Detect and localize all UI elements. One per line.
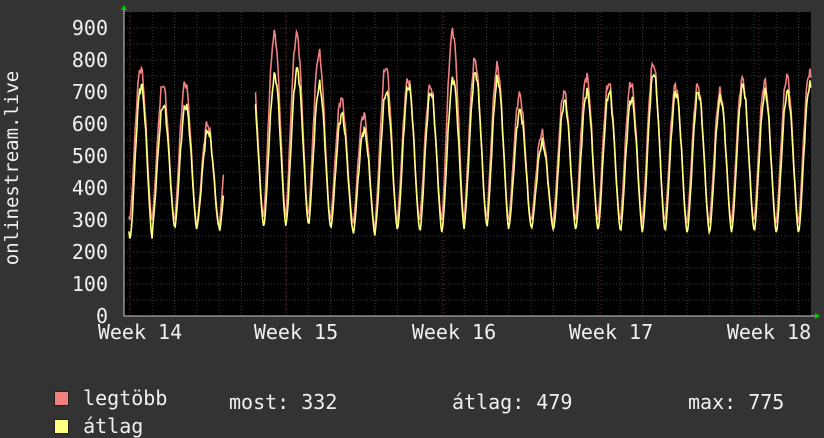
x-ticks: Week 14 Week 15 Week 16 Week 17 Week 18 [98, 320, 811, 344]
y-tick-label: 100 [72, 272, 108, 296]
y-ticks: 0100200300400500600700800900 [72, 16, 108, 328]
x-tick-label: Week 16 [412, 320, 496, 344]
stat-now: most: 332 [229, 390, 338, 414]
y-axis-label: onlinestream.live [1, 71, 23, 265]
chart: 0100200300400500600700800900 Week 14 Week… [1, 5, 820, 344]
x-tick-label: Week 18 [727, 320, 811, 344]
stat-max: max: 775 [688, 390, 785, 414]
y-tick-label: 800 [72, 48, 108, 72]
stat-avg: átlag: 479 [452, 390, 573, 414]
legend-avg-label: átlag [83, 414, 144, 438]
y-tick-label: 700 [72, 80, 108, 104]
y-tick-label: 400 [72, 176, 108, 200]
x-tick-label: Week 15 [254, 320, 338, 344]
y-tick-label: 200 [72, 240, 108, 264]
x-tick-label: Week 14 [98, 320, 182, 344]
x-axis-arrow [815, 313, 820, 319]
y-tick-label: 500 [72, 144, 108, 168]
y-tick-label: 300 [72, 208, 108, 232]
legend-avg: átlag [30, 390, 143, 438]
y-axis-arrow [121, 5, 127, 10]
legend-avg-swatch [54, 419, 70, 434]
x-tick-label: Week 17 [569, 320, 653, 344]
y-tick-label: 900 [72, 16, 108, 40]
y-tick-label: 600 [72, 112, 108, 136]
